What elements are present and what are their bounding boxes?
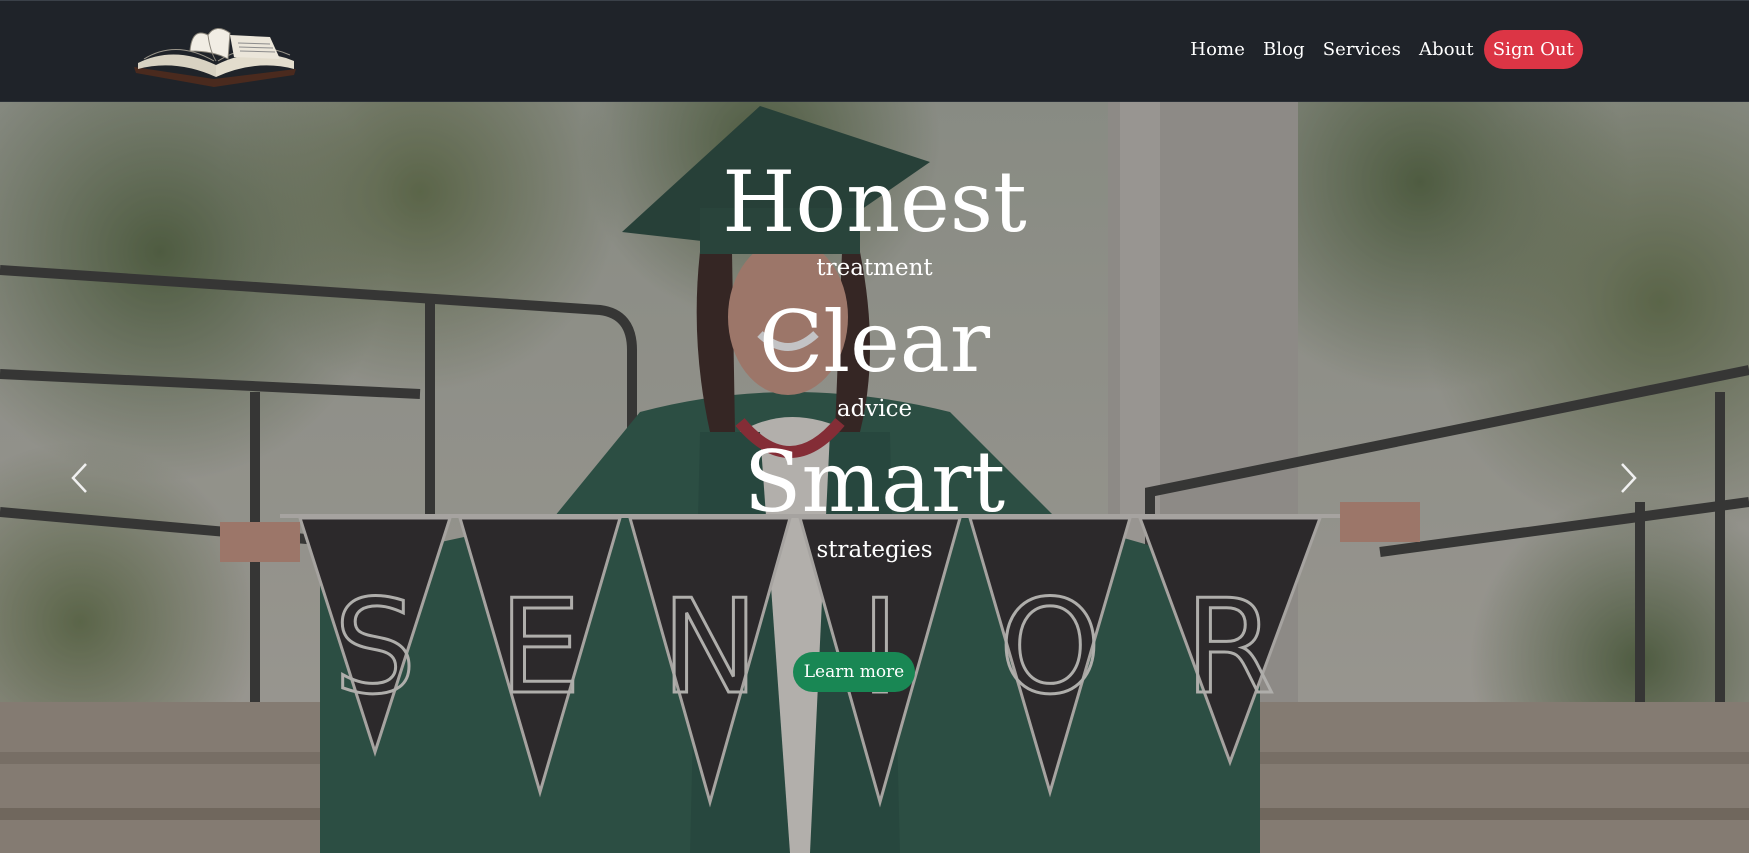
headline-honest: Honest [722, 153, 1027, 251]
navbar: Home Blog Services About Sign Out [0, 0, 1749, 102]
nav-about-link[interactable]: About [1419, 39, 1474, 60]
chevron-left-icon[interactable] [68, 460, 92, 496]
subline-advice: advice [836, 396, 913, 422]
headline-clear: Clear [758, 293, 991, 391]
nav-services-link[interactable]: Services [1323, 39, 1401, 60]
nav-blog-link[interactable]: Blog [1263, 39, 1305, 60]
learn-more-button[interactable]: Learn more [793, 652, 915, 692]
hero-carousel: SENIOR Honest treatment Clear advice Sma… [0, 102, 1749, 853]
sign-out-button[interactable]: Sign Out [1483, 30, 1583, 69]
subline-strategies: strategies [816, 537, 933, 563]
book-logo[interactable] [130, 15, 300, 87]
main-nav: Home Blog Services About Sign Out [1172, 30, 1583, 69]
nav-home-link[interactable]: Home [1190, 39, 1245, 60]
headline-smart: Smart [743, 433, 1006, 531]
chevron-right-icon[interactable] [1616, 460, 1640, 496]
subline-treatment: treatment [816, 255, 933, 281]
